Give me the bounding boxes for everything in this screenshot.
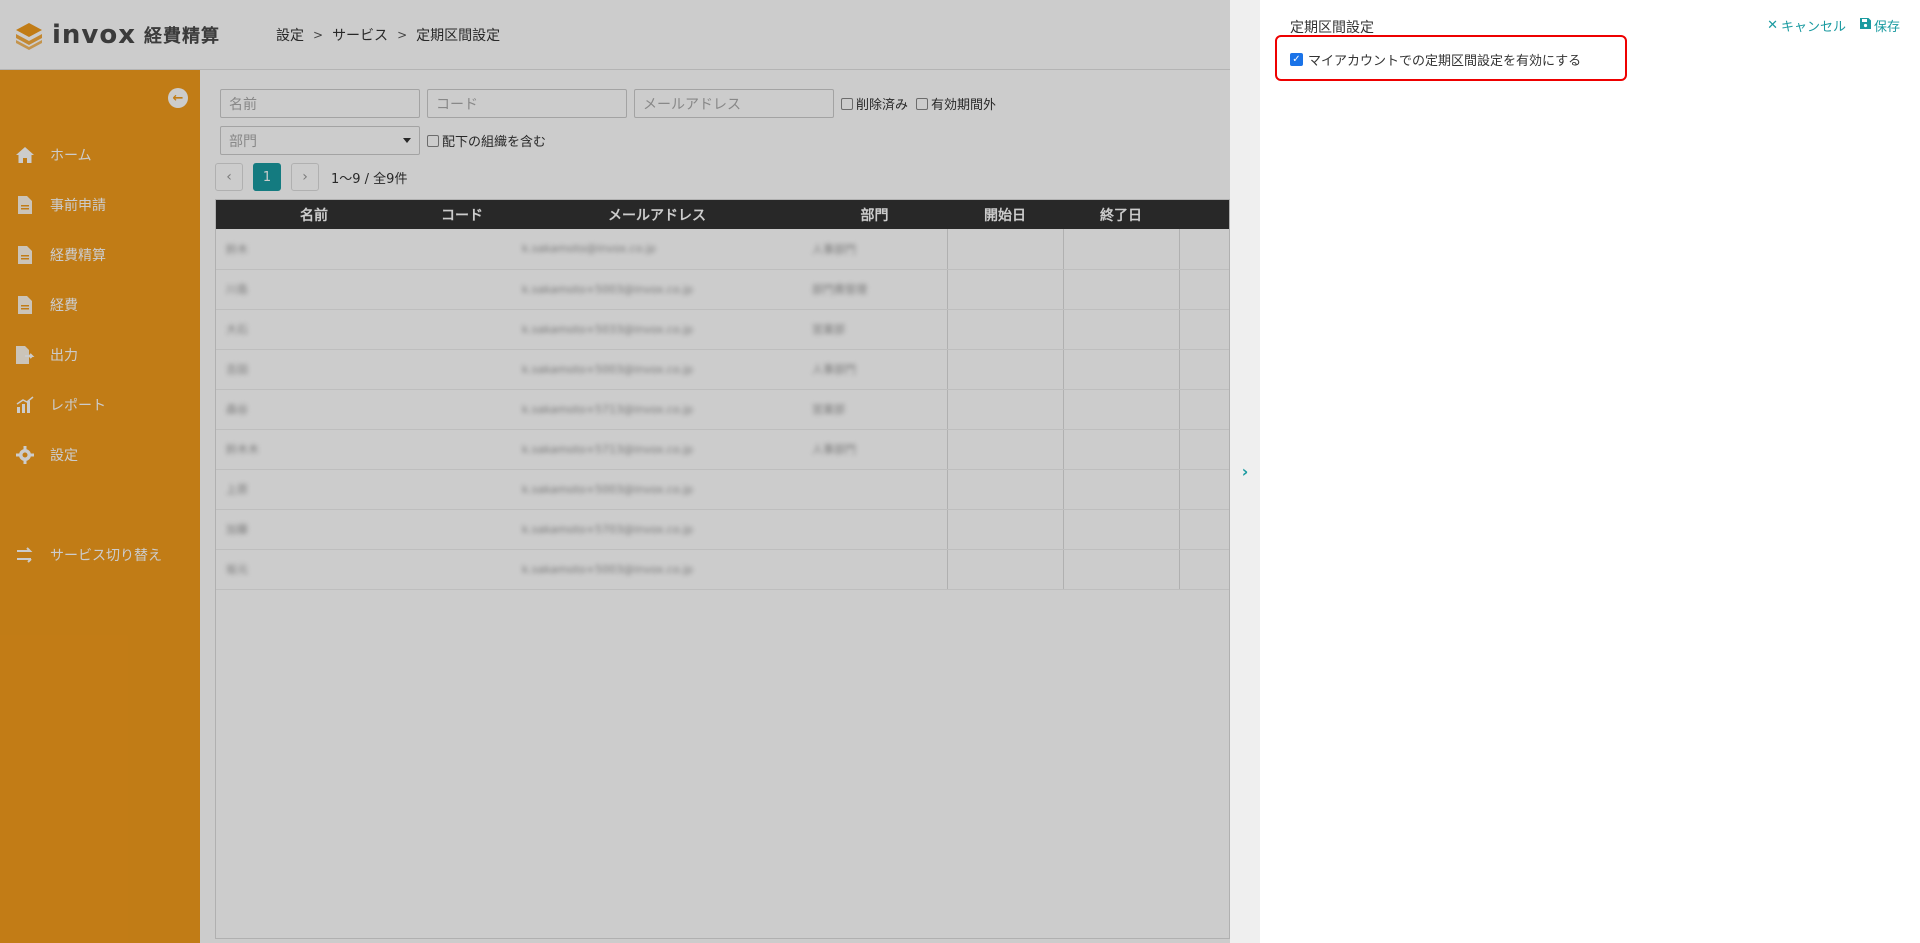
commuter-pass-settings-drawer: 定期区間設定 ✕ キャンセル 保存 ✓ マイアカウントでの定期区間設定を有効にす… (1260, 0, 1920, 943)
modal-overlay[interactable] (0, 0, 1230, 943)
floppy-disk-icon (1859, 18, 1871, 33)
checkmark-icon: ✓ (1290, 53, 1303, 66)
enable-commuter-pass-checkbox[interactable]: ✓ マイアカウントでの定期区間設定を有効にする (1290, 50, 1581, 69)
drawer-actions: ✕ キャンセル 保存 (1753, 16, 1900, 35)
drawer-title: 定期区間設定 (1290, 20, 1374, 36)
cancel-button[interactable]: ✕ キャンセル (1767, 16, 1846, 35)
enable-commuter-pass-label: マイアカウントでの定期区間設定を有効にする (1308, 54, 1582, 69)
drawer-collapse-handle[interactable]: › (1230, 0, 1260, 943)
chevron-right-icon: › (1241, 462, 1249, 481)
save-button[interactable]: 保存 (1859, 16, 1900, 35)
close-icon: ✕ (1767, 18, 1778, 33)
